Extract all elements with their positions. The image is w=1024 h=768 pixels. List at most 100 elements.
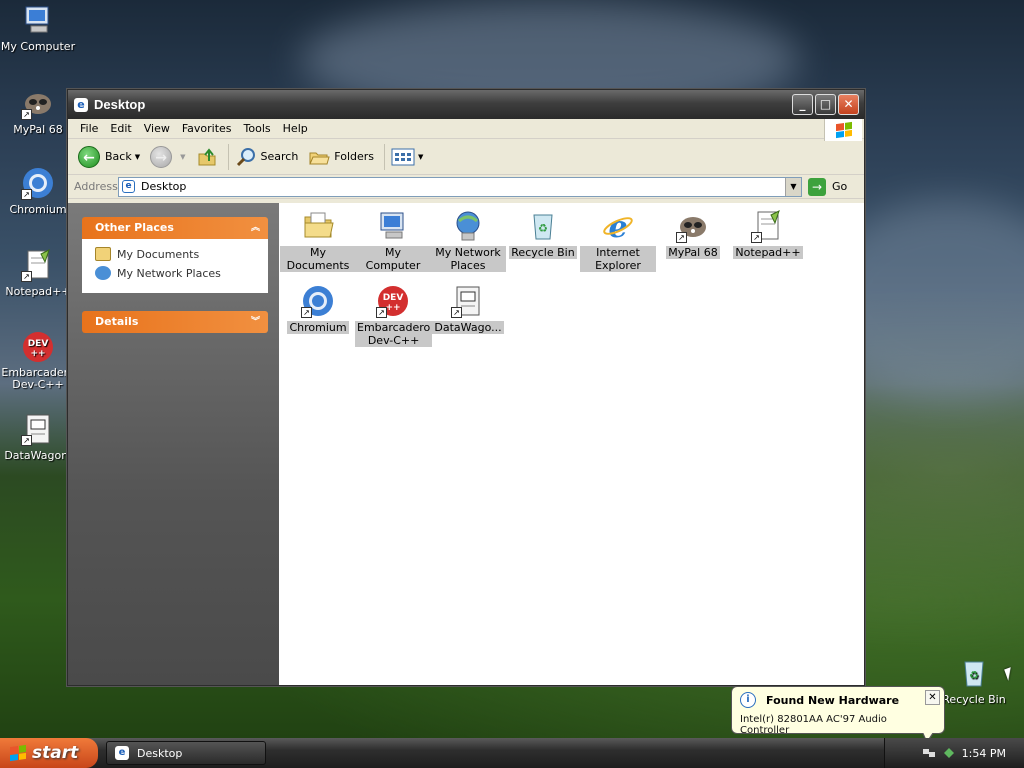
raccoon-icon: ↗: [21, 86, 55, 120]
system-tray: 1:54 PM: [884, 738, 1024, 768]
chevron-down-icon[interactable]: ︾: [251, 311, 260, 333]
network-icon: [95, 266, 111, 280]
desktop-icon-label: MyPal 68: [13, 123, 63, 136]
file-label: Recycle Bin: [509, 246, 577, 259]
menu-view[interactable]: View: [138, 122, 176, 135]
start-button[interactable]: start: [0, 738, 98, 768]
info-icon: i: [740, 692, 756, 708]
svg-text:++: ++: [385, 303, 400, 313]
file-label: My Network Places: [430, 246, 506, 272]
computer-icon: [376, 209, 410, 243]
safely-remove-icon[interactable]: [942, 747, 956, 759]
file-item[interactable]: My Documents: [280, 209, 356, 272]
taskbar-item-desktop[interactable]: e Desktop: [106, 741, 266, 765]
file-label: MyPal 68: [666, 246, 720, 259]
folders-label: Folders: [334, 150, 375, 163]
file-item[interactable]: ♻ Recycle Bin: [505, 209, 581, 259]
go-label: Go: [832, 180, 848, 193]
file-item[interactable]: ↗ DataWago...: [430, 284, 506, 334]
file-label: Embarcadero Dev-C++: [355, 321, 433, 347]
file-item[interactable]: ↗ Chromium: [280, 284, 356, 334]
views-button[interactable]: ▼: [391, 147, 423, 167]
network-tray-icon[interactable]: [922, 747, 936, 759]
desktop-icon-datawagon[interactable]: ↗ DataWagon.: [0, 412, 76, 462]
toolbar-separator: [227, 143, 229, 170]
notepadpp-icon: ↗: [21, 248, 55, 282]
up-folder-button[interactable]: [196, 146, 218, 168]
clock: 1:54 PM: [961, 746, 1006, 760]
datawagon-icon: ↗: [21, 412, 55, 446]
go-arrow-icon: →: [808, 177, 826, 196]
menu-edit[interactable]: Edit: [104, 122, 137, 135]
menu-help[interactable]: Help: [277, 122, 314, 135]
desktop-icon-chromium[interactable]: ↗ Chromium: [0, 166, 76, 216]
details-header[interactable]: Details ︾: [82, 311, 268, 333]
link-label: My Network Places: [117, 266, 221, 280]
start-label: start: [32, 743, 79, 763]
internet-explorer-icon: e: [601, 209, 635, 245]
forward-arrow-icon: →: [150, 145, 173, 168]
desktop-icon-recycle-bin[interactable]: ♻ Recycle Bin: [936, 656, 1012, 706]
search-button[interactable]: Search: [235, 146, 298, 168]
address-label: Address: [74, 180, 118, 193]
window-titlebar[interactable]: e Desktop _ □ ✕: [68, 90, 864, 119]
menu-file[interactable]: File: [74, 122, 104, 135]
link-my-network-places[interactable]: My Network Places: [95, 266, 268, 280]
svg-text:♻: ♻: [969, 669, 979, 682]
chevron-up-icon[interactable]: ︽: [251, 217, 260, 239]
address-input[interactable]: e Desktop ▼: [118, 176, 802, 197]
shortcut-arrow-icon: ↗: [676, 232, 687, 243]
menu-tools[interactable]: Tools: [238, 122, 277, 135]
notification-balloon[interactable]: i Found New Hardware ✕ Intel(r) 82801AA …: [731, 686, 945, 743]
menu-favorites[interactable]: Favorites: [176, 122, 238, 135]
shortcut-arrow-icon: ↗: [376, 307, 387, 318]
file-item[interactable]: DEV ++ ↗ Embarcadero Dev-C++: [355, 284, 433, 347]
chevron-down-icon[interactable]: ▼: [135, 153, 140, 161]
search-icon: [236, 147, 255, 166]
file-view[interactable]: My Documents My Computer My Network Plac…: [279, 203, 864, 685]
maximize-button[interactable]: □: [815, 94, 836, 115]
shortcut-arrow-icon: ↗: [751, 232, 762, 243]
ie-icon: e: [74, 97, 88, 112]
back-arrow-icon: ←: [78, 145, 100, 168]
forward-button[interactable]: → ▼: [150, 145, 186, 168]
desktop-icon-notepadpp[interactable]: ↗ Notepad++: [0, 248, 76, 298]
address-value: Desktop: [141, 180, 187, 193]
explorer-window[interactable]: e Desktop _ □ ✕ File Edit View Favorites…: [67, 89, 865, 686]
file-item[interactable]: ↗ Notepad++: [730, 209, 806, 259]
file-item[interactable]: ↗ MyPal 68: [655, 209, 731, 259]
desktop-icon-label: DataWagon.: [4, 449, 72, 462]
go-button[interactable]: → Go: [808, 177, 848, 196]
toolbar-separator: [384, 143, 386, 170]
chromium-icon: ↗: [21, 166, 55, 200]
svg-text:DEV: DEV: [28, 339, 49, 349]
svg-text:♻: ♻: [538, 222, 548, 235]
desktop-icon-mypal[interactable]: ↗ MyPal 68: [0, 86, 76, 136]
desktop-icon-my-computer[interactable]: My Computer: [0, 3, 76, 53]
link-my-documents[interactable]: My Documents: [95, 247, 268, 261]
folders-button[interactable]: Folders: [308, 147, 374, 167]
close-button[interactable]: ✕: [838, 94, 859, 115]
chevron-down-icon[interactable]: ▼: [180, 153, 185, 161]
notepadpp-icon: ↗: [751, 209, 785, 243]
shortcut-arrow-icon: ↗: [21, 189, 32, 200]
file-item[interactable]: My Network Places: [430, 209, 506, 272]
minimize-button[interactable]: _: [792, 94, 813, 115]
desktop-icon-label: Notepad++: [5, 285, 71, 298]
address-bar: Address e Desktop ▼ → Go: [68, 175, 864, 199]
details-title: Details: [95, 315, 139, 328]
folders-icon: [309, 152, 330, 164]
other-places-header[interactable]: Other Places ︽: [82, 217, 268, 239]
shortcut-arrow-icon: ↗: [21, 109, 32, 120]
chevron-down-icon[interactable]: ▼: [785, 177, 801, 196]
back-button[interactable]: ← Back ▼: [78, 145, 140, 168]
desktop-icon-label: Recycle Bin: [942, 693, 1006, 706]
balloon-close-button[interactable]: ✕: [925, 690, 940, 705]
file-item[interactable]: e Internet Explorer: [580, 209, 656, 272]
file-item[interactable]: My Computer: [355, 209, 431, 272]
file-label: My Documents: [280, 246, 356, 272]
svg-text:++: ++: [30, 349, 45, 359]
desktop-icon-devcpp[interactable]: DEV ++ Embarcadero Dev-C++: [0, 330, 76, 391]
shortcut-arrow-icon: ↗: [301, 307, 312, 318]
chevron-down-icon[interactable]: ▼: [418, 153, 423, 161]
